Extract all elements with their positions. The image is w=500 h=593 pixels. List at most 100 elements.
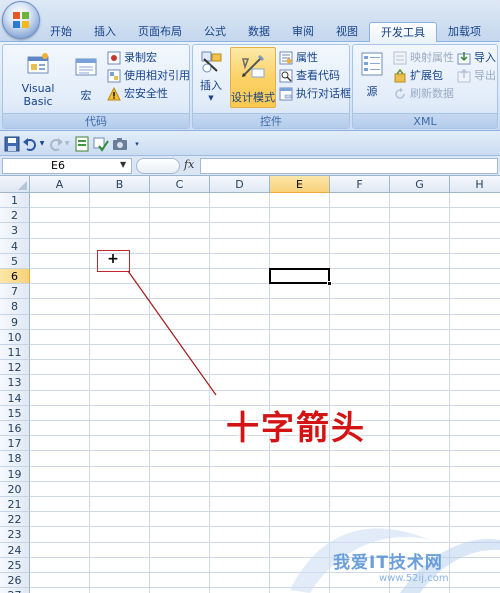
row-header-15[interactable]: 15 xyxy=(0,405,30,421)
xml-import-button[interactable]: 导入 xyxy=(457,49,496,67)
active-cell-e6[interactable] xyxy=(269,268,330,285)
row-header-10[interactable]: 10 xyxy=(0,329,30,345)
undo-icon[interactable] xyxy=(22,136,38,152)
gridline-horizontal xyxy=(30,313,500,315)
expansion-packs-button[interactable]: 扩展包 xyxy=(393,67,443,85)
import-icon xyxy=(457,52,471,65)
name-box-dropdown-icon[interactable]: ▼ xyxy=(120,160,126,169)
design-mode-button[interactable]: 设计模式 xyxy=(230,47,276,108)
worksheet-grid[interactable]: ABCDEFGH 1 2 3 4 5 6 7 8 9 10 11 12 13 14 15 16 17 18 19 20… xyxy=(0,176,500,593)
column-header-b[interactable]: B xyxy=(90,176,150,193)
row-header-23[interactable]: 23 xyxy=(0,527,30,543)
tab-4[interactable]: 公式 xyxy=(193,22,237,42)
row-header-19[interactable]: 19 xyxy=(0,466,30,482)
row-header-13[interactable]: 13 xyxy=(0,375,30,391)
tab-3[interactable]: 页面布局 xyxy=(127,22,193,42)
undo-dropdown-icon[interactable]: ▼ xyxy=(38,136,46,152)
gridline-horizontal xyxy=(30,237,500,239)
macro-security-button[interactable]: 宏安全性 xyxy=(107,85,168,103)
row-header-9[interactable]: 9 xyxy=(0,314,30,330)
tab-7[interactable]: 视图 xyxy=(325,22,369,42)
row-header-5[interactable]: 5 xyxy=(0,253,30,269)
row-header-11[interactable]: 11 xyxy=(0,345,30,361)
office-button[interactable] xyxy=(2,1,40,39)
gridline-horizontal xyxy=(30,480,500,482)
spelling-icon[interactable] xyxy=(93,136,109,152)
row-header-21[interactable]: 21 xyxy=(0,497,30,513)
xml-export-button[interactable]: 导出 xyxy=(457,67,496,85)
relative-reference-button[interactable]: 使用相对引用 xyxy=(107,67,190,85)
view-code-icon xyxy=(279,69,293,83)
warning-icon xyxy=(107,87,121,101)
tab-9[interactable]: 加载项 xyxy=(437,22,492,42)
tab-6[interactable]: 审阅 xyxy=(281,22,325,42)
row-header-2[interactable]: 2 xyxy=(0,208,30,224)
column-header-c[interactable]: C xyxy=(150,176,210,193)
fill-handle[interactable] xyxy=(327,281,332,287)
xml-source-button[interactable]: 源 xyxy=(357,51,387,99)
name-box[interactable]: E6 xyxy=(2,158,132,174)
column-header-h[interactable]: H xyxy=(450,176,500,193)
design-mode-label: 设计模式 xyxy=(231,91,275,104)
row-header-26[interactable]: 26 xyxy=(0,573,30,589)
column-header-g[interactable]: G xyxy=(390,176,450,193)
tab-8[interactable]: 开发工具 xyxy=(369,22,437,43)
tab-5[interactable]: 数据 xyxy=(237,22,281,42)
customize-toolbar-icon[interactable]: ▾ xyxy=(132,136,142,152)
formula-input[interactable] xyxy=(200,158,498,174)
camera-icon[interactable] xyxy=(112,136,128,152)
row-header-20[interactable]: 20 xyxy=(0,481,30,497)
row-header-14[interactable]: 14 xyxy=(0,390,30,406)
insert-control-label: 插入 xyxy=(200,79,222,92)
row-header-17[interactable]: 17 xyxy=(0,436,30,452)
row-header-3[interactable]: 3 xyxy=(0,223,30,239)
insert-control-button[interactable]: 插入 ▼ xyxy=(196,49,226,102)
gridline-horizontal xyxy=(30,359,500,361)
gridline-horizontal xyxy=(30,283,500,285)
row-header-25[interactable]: 25 xyxy=(0,557,30,573)
quick-access-toolbar: ▼ ▼ ▾ xyxy=(0,131,500,156)
visual-basic-icon xyxy=(27,53,49,74)
column-header-f[interactable]: F xyxy=(330,176,390,193)
row-header-22[interactable]: 22 xyxy=(0,512,30,528)
gridline-horizontal xyxy=(30,526,500,528)
row-header-24[interactable]: 24 xyxy=(0,542,30,558)
tab-1[interactable]: 开始 xyxy=(39,22,83,42)
select-all-button[interactable] xyxy=(0,176,30,193)
name-box-value: E6 xyxy=(51,159,65,172)
formula-splitter[interactable] xyxy=(136,158,180,174)
redo-dropdown-icon[interactable]: ▼ xyxy=(63,136,71,152)
map-properties-icon xyxy=(393,51,407,65)
map-properties-button[interactable]: 映射属性 xyxy=(393,49,454,67)
xml-source-label: 源 xyxy=(366,85,378,98)
refresh-data-button[interactable]: 刷新数据 xyxy=(393,85,454,103)
column-header-a[interactable]: A xyxy=(30,176,90,193)
row-header-16[interactable]: 16 xyxy=(0,421,30,437)
row-header-6[interactable]: 6 xyxy=(0,269,30,285)
export-icon xyxy=(457,69,471,83)
view-code-button[interactable]: 查看代码 xyxy=(279,67,340,85)
gridline-horizontal xyxy=(30,450,500,452)
column-header-d[interactable]: D xyxy=(210,176,270,193)
row-header-4[interactable]: 4 xyxy=(0,238,30,254)
row-header-18[interactable]: 18 xyxy=(0,451,30,467)
visual-basic-button[interactable]: Visual Basic xyxy=(6,51,70,108)
group-code-title: 代码 xyxy=(3,113,189,128)
row-header-12[interactable]: 12 xyxy=(0,360,30,376)
record-macro-button[interactable]: 录制宏 xyxy=(107,49,157,67)
run-dialog-button[interactable]: 执行对话框 xyxy=(279,85,351,103)
gridline-horizontal xyxy=(30,222,500,224)
column-header-e[interactable]: E xyxy=(270,176,330,193)
tab-2[interactable]: 插入 xyxy=(83,22,127,42)
insert-function-button[interactable]: fx xyxy=(184,158,194,171)
save-icon[interactable] xyxy=(4,136,20,152)
design-mode-icon xyxy=(242,55,265,78)
properties-button[interactable]: 属性 xyxy=(279,49,318,67)
row-header-1[interactable]: 1 xyxy=(0,193,30,209)
row-header-7[interactable]: 7 xyxy=(0,284,30,300)
row-header-8[interactable]: 8 xyxy=(0,299,30,315)
macros-button[interactable]: 宏 xyxy=(71,55,101,103)
sheet-icon[interactable] xyxy=(74,136,90,152)
redo-icon[interactable] xyxy=(48,136,64,152)
row-header-27[interactable]: 27 xyxy=(0,588,30,593)
